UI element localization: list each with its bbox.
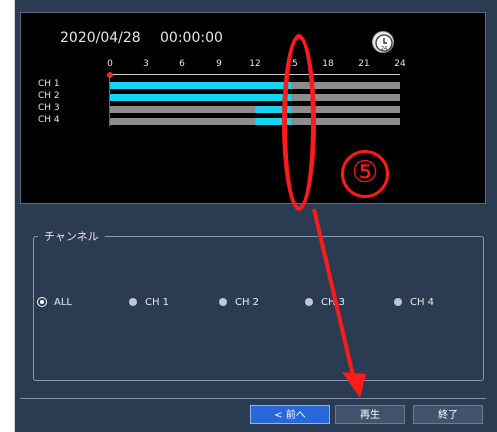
- annotation-arrow: [312, 208, 366, 398]
